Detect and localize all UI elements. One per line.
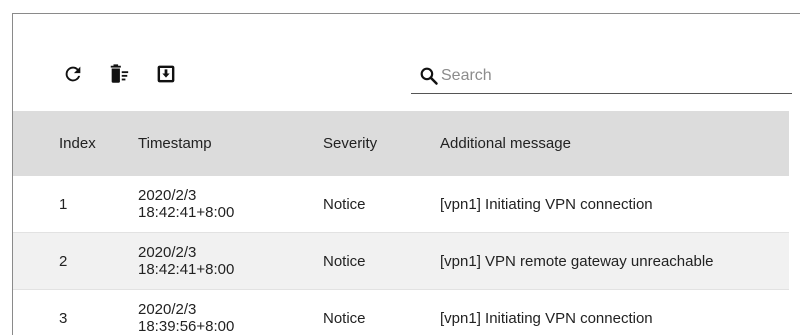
- clear-log-icon: [110, 64, 129, 83]
- clear-log-button[interactable]: [107, 62, 131, 86]
- timestamp-date: 2020/2/3: [138, 301, 197, 318]
- cell-severity: Notice: [323, 232, 440, 290]
- table-row: 2 2020/2/3 18:42:41+8:00 Notice [vpn1] V…: [13, 232, 789, 290]
- cell-index: 2: [13, 232, 138, 290]
- search-box: [411, 60, 792, 94]
- column-header-message[interactable]: Additional message: [440, 111, 789, 176]
- column-header-severity[interactable]: Severity: [323, 111, 440, 176]
- column-header-index[interactable]: Index: [13, 111, 138, 176]
- cell-message: [vpn1] Initiating VPN connection: [440, 176, 789, 233]
- search-icon: [420, 67, 438, 85]
- table-row: 1 2020/2/3 18:42:41+8:00 Notice [vpn1] I…: [13, 176, 789, 233]
- cell-timestamp: 2020/2/3 18:39:56+8:00: [138, 289, 323, 335]
- log-toolbar: [13, 14, 800, 124]
- timestamp-date: 2020/2/3: [138, 187, 197, 204]
- cell-index: 1: [13, 176, 138, 233]
- download-log-button[interactable]: [154, 62, 178, 86]
- cell-severity: Notice: [323, 176, 440, 233]
- search-input[interactable]: [441, 62, 781, 90]
- timestamp-time: 18:42:41+8:00: [138, 204, 235, 221]
- cell-severity: Notice: [323, 289, 440, 335]
- cell-message: [vpn1] Initiating VPN connection: [440, 289, 789, 335]
- table-header-row: Index Timestamp Severity Additional mess…: [13, 111, 789, 176]
- table-row: 3 2020/2/3 18:39:56+8:00 Notice [vpn1] I…: [13, 289, 789, 335]
- cell-message: [vpn1] VPN remote gateway unreachable: [440, 232, 789, 290]
- timestamp-time: 18:39:56+8:00: [138, 318, 235, 335]
- refresh-button[interactable]: [61, 62, 85, 86]
- column-header-timestamp[interactable]: Timestamp: [138, 111, 323, 176]
- timestamp-time: 18:42:41+8:00: [138, 261, 235, 278]
- refresh-icon: [65, 66, 81, 82]
- system-log-panel: Index Timestamp Severity Additional mess…: [12, 13, 800, 335]
- cell-timestamp: 2020/2/3 18:42:41+8:00: [138, 232, 323, 290]
- timestamp-date: 2020/2/3: [138, 244, 197, 261]
- cell-index: 3: [13, 289, 138, 335]
- log-table: Index Timestamp Severity Additional mess…: [13, 111, 789, 335]
- cell-timestamp: 2020/2/3 18:42:41+8:00: [138, 176, 323, 233]
- download-icon: [157, 65, 175, 83]
